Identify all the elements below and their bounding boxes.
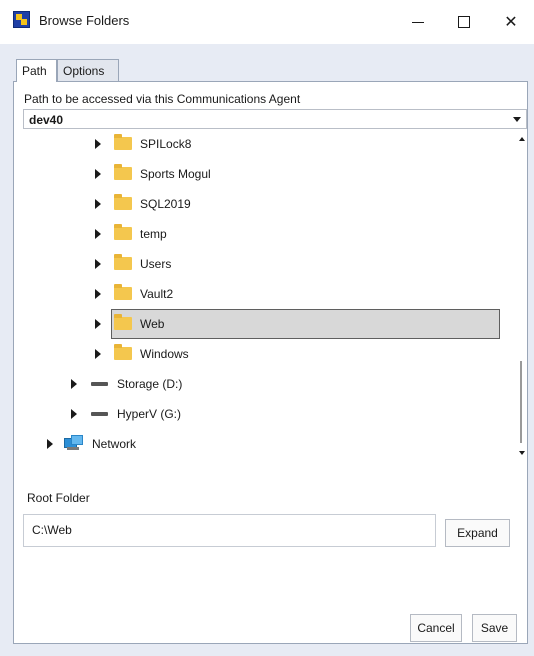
tab-options[interactable]: Options xyxy=(57,59,119,81)
folder-icon xyxy=(114,224,132,240)
drive-icon xyxy=(91,382,108,386)
tree-item-label: Web xyxy=(140,317,165,331)
save-button[interactable]: Save xyxy=(472,614,517,642)
minimize-icon xyxy=(412,21,424,23)
dialog-body: Path Options Path to be accessed via thi… xyxy=(0,44,534,656)
scrollbar-thumb[interactable] xyxy=(520,361,522,443)
app-icon xyxy=(13,11,30,28)
expand-arrow-icon[interactable] xyxy=(95,169,101,179)
tree-item-label: SPILock8 xyxy=(140,137,192,151)
tree-item-spilock8[interactable]: SPILock8 xyxy=(23,129,503,159)
tree-item-hyperv-g[interactable]: HyperV (G:) xyxy=(23,399,503,429)
folder-icon xyxy=(114,284,132,300)
expand-arrow-icon[interactable] xyxy=(95,289,101,299)
scroll-up-icon[interactable] xyxy=(519,137,525,141)
close-button[interactable]: ✕ xyxy=(488,0,534,44)
root-folder-input[interactable]: C:\Web xyxy=(23,514,436,547)
agent-select-value: dev40 xyxy=(29,113,64,127)
folder-icon xyxy=(114,314,132,330)
title-bar: Browse Folders ✕ xyxy=(0,0,534,44)
expand-arrow-icon[interactable] xyxy=(71,409,77,419)
tree-item-label: Storage (D:) xyxy=(117,377,183,391)
tree-item-label: HyperV (G:) xyxy=(117,407,182,421)
tree-item-label: Windows xyxy=(140,347,189,361)
agent-select[interactable]: dev40 xyxy=(23,109,527,129)
minimize-button[interactable] xyxy=(395,0,441,44)
chevron-down-icon xyxy=(513,117,521,122)
tree-item-storage-d[interactable]: Storage (D:) xyxy=(23,369,503,399)
folder-tree[interactable]: SPILock8 Sports Mogul SQL2019 temp Users Vaul… xyxy=(23,129,527,459)
tree-item-network[interactable]: Network xyxy=(23,429,503,459)
close-icon: ✕ xyxy=(504,14,518,31)
expand-arrow-icon[interactable] xyxy=(95,319,101,329)
maximize-icon xyxy=(458,16,470,28)
tree-item-label: temp xyxy=(140,227,167,241)
expand-arrow-icon[interactable] xyxy=(95,259,101,269)
tree-item-temp[interactable]: temp xyxy=(23,219,503,249)
tree-item-sports-mogul[interactable]: Sports Mogul xyxy=(23,159,503,189)
expand-arrow-icon[interactable] xyxy=(95,139,101,149)
path-tab-panel: Path to be accessed via this Communicati… xyxy=(13,81,528,644)
expand-arrow-icon[interactable] xyxy=(95,199,101,209)
cancel-button[interactable]: Cancel xyxy=(410,614,462,642)
tree-item-label: Vault2 xyxy=(140,287,174,301)
tree-item-web[interactable]: Web xyxy=(23,309,503,339)
maximize-button[interactable] xyxy=(441,0,487,44)
tree-item-windows[interactable]: Windows xyxy=(23,339,503,369)
folder-icon xyxy=(114,344,132,360)
expand-arrow-icon[interactable] xyxy=(71,379,77,389)
scroll-down-icon[interactable] xyxy=(519,451,525,455)
expand-arrow-icon[interactable] xyxy=(47,439,53,449)
folder-icon xyxy=(114,164,132,180)
expand-arrow-icon[interactable] xyxy=(95,229,101,239)
expand-arrow-icon[interactable] xyxy=(95,349,101,359)
tree-item-label: Sports Mogul xyxy=(140,167,211,181)
tree-item-users[interactable]: Users xyxy=(23,249,503,279)
drive-icon xyxy=(91,412,108,416)
tree-item-sql2019[interactable]: SQL2019 xyxy=(23,189,503,219)
expand-button[interactable]: Expand xyxy=(445,519,510,547)
tree-item-vault2[interactable]: Vault2 xyxy=(23,279,503,309)
tab-path[interactable]: Path xyxy=(16,59,57,82)
window-title: Browse Folders xyxy=(39,13,130,28)
root-folder-value: C:\Web xyxy=(32,523,72,537)
folder-icon xyxy=(114,254,132,270)
root-folder-label: Root Folder xyxy=(27,491,90,505)
tree-item-label: SQL2019 xyxy=(140,197,191,211)
folder-icon xyxy=(114,134,132,150)
tree-item-label: Network xyxy=(92,437,137,451)
tree-item-label: Users xyxy=(140,257,172,271)
network-icon xyxy=(64,435,83,451)
path-label: Path to be accessed via this Communicati… xyxy=(24,92,301,106)
folder-icon xyxy=(114,194,132,210)
